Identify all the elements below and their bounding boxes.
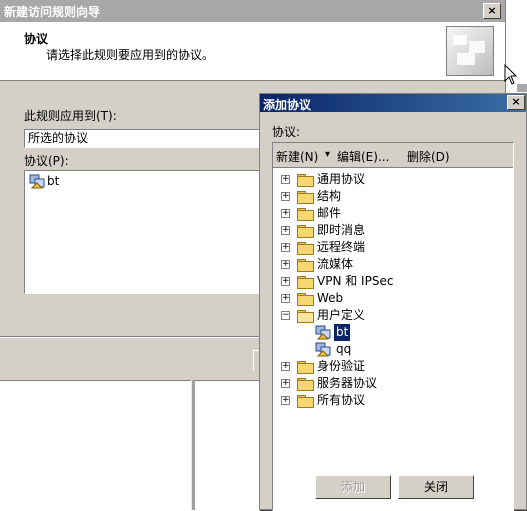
mouse-cursor-icon [504,64,518,85]
expand-icon[interactable]: + [281,226,290,235]
tree-item-label: 所有协议 [317,393,366,407]
dialog-title: 添加协议 [263,98,312,112]
new-menu-button[interactable]: 新建(N) [276,148,318,165]
folder-icon [297,174,314,187]
tree-item-label: 结构 [317,189,342,203]
list-item-label: bt [47,174,60,188]
wizard-header-subtitle: 请选择此规则要应用到的协议。 [46,48,215,62]
tree-item-label: VPN 和 IPSec [317,274,394,288]
protocol-icon [29,174,45,189]
tree-toolbar: 新建(N) ▾ 编辑(E)... 删除(D) [273,143,513,168]
wizard-close-button[interactable]: × [483,3,501,19]
folder-icon [297,225,314,238]
dialog-protocols-label: 协议: [272,125,301,139]
tree-item-label: 邮件 [317,206,342,220]
close-button[interactable]: 关闭 [398,475,474,499]
expand-icon[interactable]: + [281,260,290,269]
protocol-tree-panel: 新建(N) ▾ 编辑(E)... 删除(D) + 通用协议 + 结构 + 邮件 [272,142,514,511]
tree-item-label: Web [317,291,344,305]
tree-item-label: 身份验证 [317,359,366,373]
apply-to-label: 此规则应用到(T): [24,109,117,123]
wizard-title: 新建访问规则向导 [4,5,101,19]
add-button[interactable]: 添加 [315,475,391,499]
edit-button[interactable]: 编辑(E)... [337,148,389,165]
folder-icon [297,242,314,255]
wizard-banner-icon [446,26,494,76]
expand-icon[interactable]: + [281,209,290,218]
protocols-label: 协议(P): [24,154,69,168]
expand-icon[interactable]: + [281,362,290,371]
expand-icon[interactable]: + [281,379,290,388]
folder-icon [297,191,314,204]
open-folder-icon [297,310,314,323]
tree-item-label: bt [334,324,351,341]
tree-item-label: 服务器协议 [317,376,378,390]
wizard-title-bar[interactable]: 新建访问规则向导 × [0,0,505,22]
wizard-header: 协议 请选择此规则要应用到的协议。 [0,22,505,81]
delete-button[interactable]: 删除(D) [407,148,450,165]
protocol-icon [315,342,331,357]
dialog-title-bar[interactable]: 添加协议 × [260,94,526,112]
wizard-header-title: 协议 [24,32,49,46]
apply-to-select[interactable]: 所选的协议 [24,129,269,148]
folder-icon [297,361,314,374]
tree-item-label: 远程终端 [317,240,366,254]
expand-icon[interactable]: + [281,294,290,303]
collapse-icon[interactable]: − [281,311,290,320]
folder-icon [297,395,314,408]
expand-icon[interactable]: + [281,277,290,286]
expand-icon[interactable]: + [281,243,290,252]
expand-icon[interactable]: + [281,175,290,184]
folder-icon [297,293,314,306]
protocol-tree[interactable]: + 通用协议 + 结构 + 邮件 + 即时消息 + 远程终端 + 流媒体 + V… [273,169,513,509]
tree-item-label: 通用协议 [317,172,366,186]
tree-item-label: qq [336,342,352,356]
expand-icon[interactable]: + [281,396,290,405]
wizard-protocol-list[interactable]: bt [24,170,266,294]
tree-item-label: 用户定义 [317,308,366,322]
folder-icon [297,378,314,391]
dialog-close-icon[interactable]: × [507,95,525,110]
tree-item-label: 即时消息 [317,223,366,237]
folder-icon [297,208,314,221]
tree-item-label: 流媒体 [317,257,354,271]
folder-icon [297,259,314,272]
new-dropdown-arrow-icon[interactable]: ▾ [325,149,330,160]
expand-icon[interactable]: + [281,192,290,201]
protocol-icon [315,325,331,340]
background-separator [191,380,195,510]
background-window-edge [517,84,527,92]
folder-icon [297,276,314,289]
add-protocol-dialog: 添加协议 × 协议: 新建(N) ▾ 编辑(E)... 删除(D) + 通用协议… [259,93,527,511]
